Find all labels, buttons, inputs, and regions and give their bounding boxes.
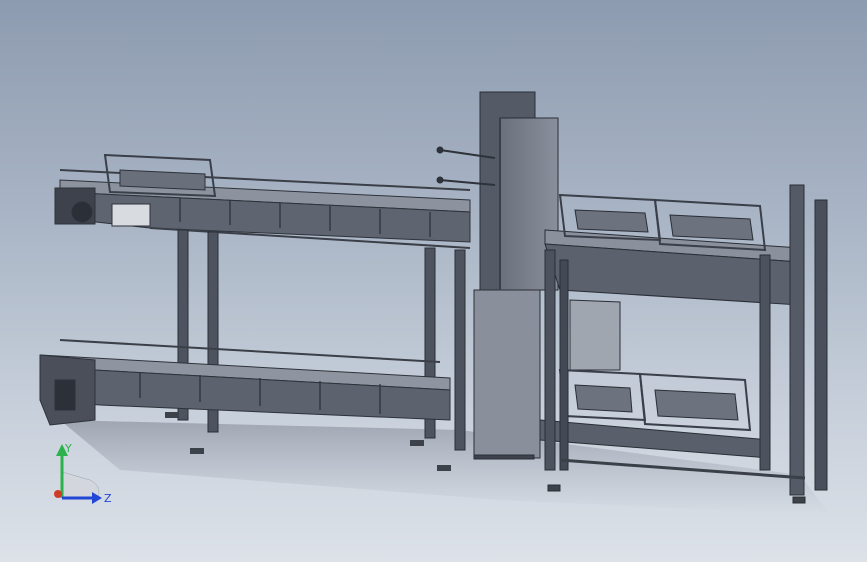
conveyor-assembly-model[interactable] xyxy=(0,0,867,562)
axis-triad: Y Z xyxy=(40,440,120,510)
y-axis-label: Y xyxy=(64,442,72,455)
lower-conveyor[interactable] xyxy=(39,339,451,426)
x-axis-dot-icon xyxy=(54,490,62,498)
cad-viewport[interactable]: Y Z xyxy=(0,0,867,562)
z-axis-label: Z xyxy=(104,492,112,505)
upper-conveyor[interactable] xyxy=(54,153,471,249)
